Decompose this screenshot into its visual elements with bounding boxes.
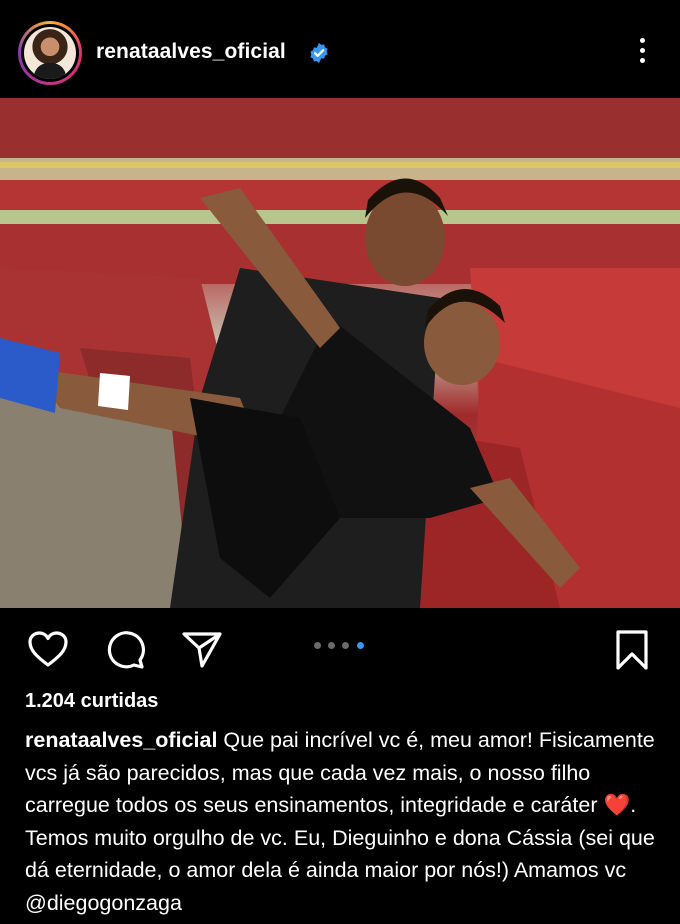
carousel-indicator xyxy=(314,642,374,650)
more-options-icon[interactable] xyxy=(632,38,652,70)
carousel-dot xyxy=(342,642,349,649)
bookmark-icon[interactable] xyxy=(610,628,654,672)
carousel-dot-active xyxy=(357,642,364,649)
comment-icon[interactable] xyxy=(104,628,148,672)
carousel-dot xyxy=(328,642,335,649)
post-image[interactable] xyxy=(0,98,680,608)
post-author-username[interactable]: renataalves_oficial xyxy=(96,40,286,64)
carousel-dot xyxy=(314,642,321,649)
verified-badge-icon xyxy=(310,42,328,64)
caption-username[interactable]: renataalves_oficial xyxy=(25,728,217,752)
post-caption: renataalves_oficial Que pai incrível vc … xyxy=(25,724,665,919)
heart-emoji: ❤️ xyxy=(603,793,631,817)
send-icon[interactable] xyxy=(180,628,224,672)
heart-icon[interactable] xyxy=(26,628,70,672)
likes-count[interactable]: 1.204 curtidas xyxy=(25,690,158,713)
stadium-photo xyxy=(0,98,680,608)
avatar[interactable] xyxy=(24,27,76,79)
post-header: renataalves_oficial xyxy=(0,0,680,98)
avatar-story-ring[interactable] xyxy=(18,21,82,85)
